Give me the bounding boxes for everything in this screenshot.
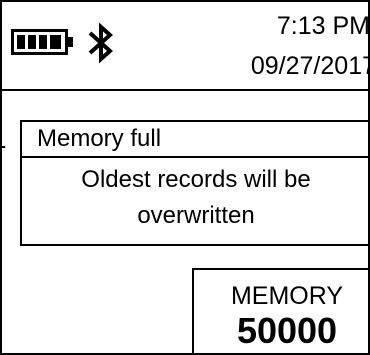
- dialog-message: Oldest records will be overwritten: [81, 166, 311, 229]
- device-screen: 7:13 PM 09/27/2017 1 Memory full Oldest …: [0, 0, 370, 355]
- status-divider: [2, 89, 368, 91]
- memory-full-dialog[interactable]: Memory full Oldest records will be overw…: [20, 120, 368, 246]
- battery-full-icon: [11, 29, 73, 55]
- memory-value: 50000: [236, 310, 338, 351]
- background-partial-text: 1: [2, 125, 6, 153]
- status-bar: 7:13 PM 09/27/2017: [2, 2, 368, 88]
- clock-date: 09/27/2017: [250, 52, 370, 80]
- bluetooth-icon: [88, 22, 113, 64]
- dialog-title-row: Memory full: [22, 122, 368, 158]
- memory-counter: MEMORY 50000: [192, 268, 368, 353]
- dialog-title: Memory full: [37, 125, 162, 152]
- memory-label: MEMORY: [230, 282, 344, 310]
- clock-time: 7:13 PM: [276, 12, 370, 40]
